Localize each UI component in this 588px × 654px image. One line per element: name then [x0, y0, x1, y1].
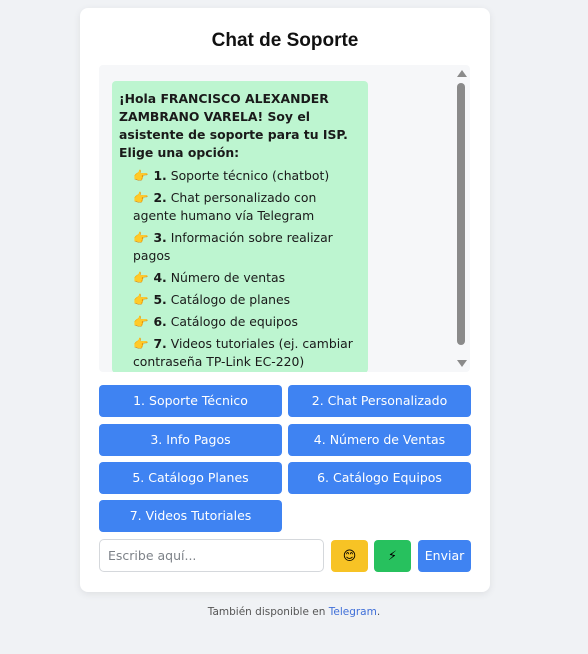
soporte-tecnico-button[interactable]: 1. Soporte Técnico	[99, 385, 282, 417]
option-item-1: 👉 1. Soporte técnico (chatbot)	[119, 167, 358, 185]
message-input[interactable]	[99, 539, 324, 572]
pointing-hand-icon: 👉	[133, 292, 149, 307]
scroll-up-arrow-icon[interactable]	[457, 70, 467, 77]
info-pagos-button[interactable]: 3. Info Pagos	[99, 424, 282, 456]
option-number: 2.	[153, 190, 167, 205]
catalogo-planes-button[interactable]: 5. Catálogo Planes	[99, 462, 282, 494]
bot-intro: ¡Hola FRANCISCO ALEXANDER ZAMBRANO VAREL…	[119, 91, 348, 160]
scroll-thumb[interactable]	[457, 83, 465, 345]
option-number: 1.	[153, 168, 167, 183]
numero-ventas-button[interactable]: 4. Número de Ventas	[288, 424, 471, 456]
footer-suffix: .	[376, 606, 381, 618]
footer-note: También disponible en Telegram.	[0, 606, 588, 618]
smiley-icon: 😊	[342, 548, 357, 564]
quick-reply-button[interactable]: ⚡	[374, 540, 411, 572]
option-item-4: 👉 4. Número de ventas	[119, 269, 358, 287]
catalogo-equipos-button[interactable]: 6. Catálogo Equipos	[288, 462, 471, 494]
videos-tutoriales-button[interactable]: 7. Videos Tutoriales	[99, 500, 282, 532]
scroll-down-arrow-icon[interactable]	[457, 360, 467, 367]
send-button[interactable]: Enviar	[418, 540, 471, 572]
option-number: 4.	[153, 270, 167, 285]
option-number: 3.	[153, 230, 167, 245]
pointing-hand-icon: 👉	[133, 270, 149, 285]
option-item-3: 👉 3. Información sobre realizar pagos	[119, 229, 358, 265]
option-text: Catálogo de equipos	[170, 314, 298, 329]
option-text: Catálogo de planes	[170, 292, 291, 307]
option-item-6: 👉 6. Catálogo de equipos	[119, 313, 358, 331]
option-number: 7.	[153, 336, 167, 351]
pointing-hand-icon: 👉	[133, 336, 149, 351]
telegram-link[interactable]: Telegram	[329, 606, 377, 618]
option-number: 6.	[153, 314, 167, 329]
chat-messages[interactable]: ¡Hola FRANCISCO ALEXANDER ZAMBRANO VAREL…	[99, 65, 470, 372]
bot-message: ¡Hola FRANCISCO ALEXANDER ZAMBRANO VAREL…	[112, 81, 368, 372]
pointing-hand-icon: 👉	[133, 314, 149, 329]
pointing-hand-icon: 👉	[133, 230, 149, 245]
option-item-7: 👉 7. Videos tutoriales (ej. cambiar contr…	[119, 335, 358, 372]
page-title: Chat de Soporte	[211, 30, 359, 51]
pointing-hand-icon: 👉	[133, 190, 149, 205]
option-item-5: 👉 5. Catálogo de planes	[119, 291, 358, 309]
pointing-hand-icon: 👉	[133, 168, 149, 183]
option-text: Número de ventas	[170, 270, 286, 285]
chat-personalizado-button[interactable]: 2. Chat Personalizado	[288, 385, 471, 417]
chat-scrollbar[interactable]	[453, 65, 470, 372]
emoji-button[interactable]: 😊	[331, 540, 368, 572]
option-text: Soporte técnico (chatbot)	[170, 168, 330, 183]
lightning-bolt-icon: ⚡	[387, 548, 398, 564]
chat-card: Chat de Soporte ¡Hola FRANCISCO ALEXANDE…	[80, 8, 490, 592]
option-item-2: 👉 2. Chat personalizado con agente humano…	[119, 189, 358, 225]
option-number: 5.	[153, 292, 167, 307]
footer-text: También disponible en	[207, 606, 326, 618]
